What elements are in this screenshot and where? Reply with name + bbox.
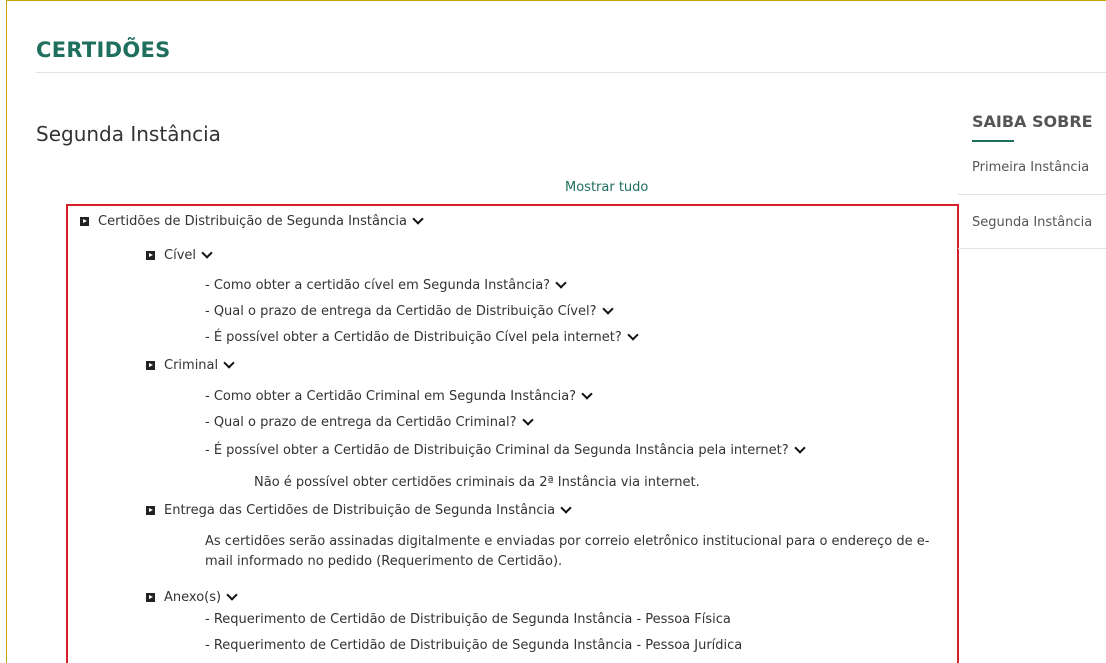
chevron-down-icon [560, 502, 572, 514]
divider [36, 72, 1106, 73]
chevron-down-icon [226, 589, 238, 601]
faq-answer: Não é possível obter certidões criminais… [254, 475, 700, 490]
square-arrow-icon [146, 506, 155, 515]
tree-node-anexos[interactable]: Anexo(s) [146, 589, 238, 605]
tree-root-certidoes[interactable]: Certidões de Distribuição de Segunda Ins… [80, 213, 424, 229]
faq-criminal-1[interactable]: - Como obter a Certidão Criminal em Segu… [205, 388, 593, 404]
square-arrow-icon [146, 251, 155, 260]
chevron-down-icon [201, 247, 213, 259]
entrega-text: As certidões serão assinadas digitalment… [205, 534, 930, 569]
sidebar-divider [958, 194, 1106, 195]
tree-node-entrega[interactable]: Entrega das Certidões de Distribuição de… [146, 502, 572, 518]
sidebar-title-underline [972, 140, 1014, 142]
tree-node-label: Entrega das Certidões de Distribuição de… [164, 503, 556, 518]
chevron-down-icon [223, 357, 235, 369]
chevron-down-icon [555, 277, 567, 289]
tree-node-label: Criminal [164, 358, 219, 373]
faq-answer-text: Não é possível obter certidões criminais… [254, 475, 700, 490]
faq-civel-1[interactable]: - Como obter a certidão cível em Segunda… [205, 277, 567, 293]
sidebar-divider [958, 248, 1106, 249]
anexo-link-2[interactable]: - Requerimento de Certidão de Distribuiç… [205, 638, 742, 653]
square-arrow-icon [146, 361, 155, 370]
chevron-down-icon [627, 329, 639, 341]
sidebar-link-primeira-instancia[interactable]: Primeira Instância [972, 160, 1089, 175]
chevron-down-icon [581, 388, 593, 400]
section-title: Segunda Instância [36, 122, 221, 146]
faq-question: - Como obter a Certidão Criminal em Segu… [205, 389, 577, 404]
chevron-down-icon [793, 442, 806, 454]
tree-node-label: Anexo(s) [164, 590, 222, 605]
faq-question: - Qual o prazo de entrega da Certidão Cr… [205, 415, 517, 430]
sidebar-title: SAIBA SOBRE [972, 112, 1093, 131]
tree-node-criminal[interactable]: Criminal [146, 357, 235, 373]
faq-question: - Como obter a certidão cível em Segunda… [205, 278, 551, 293]
chevron-down-icon [521, 414, 534, 426]
faq-question: - É possível obter a Certidão de Distrib… [205, 330, 622, 345]
anexo-link-text: - Requerimento de Certidão de Distribuiç… [205, 638, 743, 653]
tree-node-civel[interactable]: Cível [146, 247, 213, 263]
chevron-down-icon [412, 213, 424, 225]
anexo-link-text: - Requerimento de Certidão de Distribuiç… [205, 612, 731, 627]
tree-root-label: Certidões de Distribuição de Segunda Ins… [98, 214, 407, 229]
faq-criminal-2[interactable]: - Qual o prazo de entrega da Certidão Cr… [205, 414, 534, 430]
faq-question: - Qual o prazo de entrega da Certidão de… [205, 304, 597, 319]
page-title: CERTIDÕES [36, 38, 171, 62]
faq-civel-3[interactable]: - É possível obter a Certidão de Distrib… [205, 329, 639, 345]
faq-civel-2[interactable]: - Qual o prazo de entrega da Certidão de… [205, 303, 614, 319]
faq-criminal-3[interactable]: - É possível obter a Certidão de Distrib… [205, 442, 806, 458]
square-arrow-icon [146, 593, 155, 602]
faq-question: - É possível obter a Certidão de Distrib… [205, 443, 789, 458]
tree-node-label: Cível [164, 248, 196, 263]
anexo-link-1[interactable]: - Requerimento de Certidão de Distribuiç… [205, 612, 731, 627]
square-arrow-icon [80, 217, 89, 226]
chevron-down-icon [601, 303, 614, 315]
sidebar-link-segunda-instancia[interactable]: Segunda Instância [972, 215, 1092, 230]
show-all-link[interactable]: Mostrar tudo [565, 180, 648, 195]
